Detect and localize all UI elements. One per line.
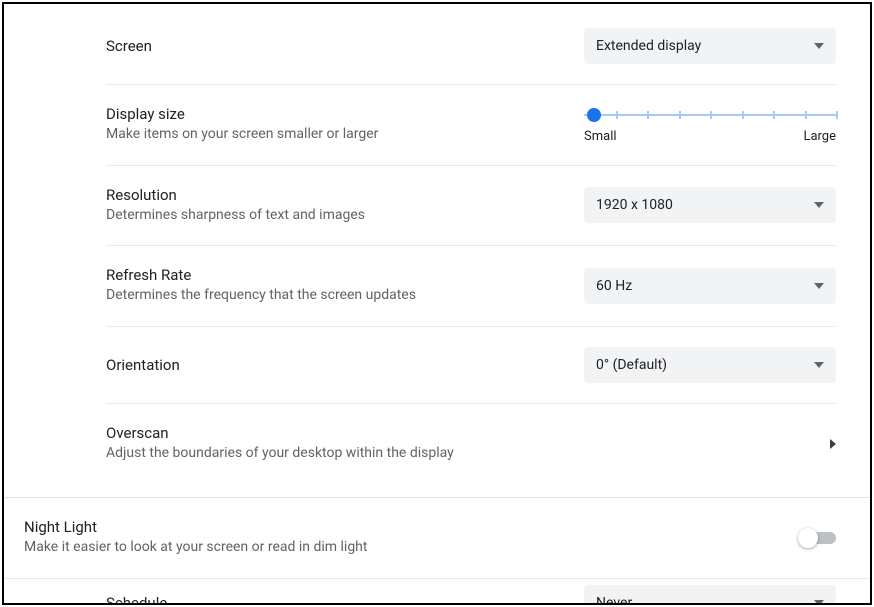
overscan-row[interactable]: Overscan Adjust the boundaries of your d…: [106, 404, 836, 484]
chevron-down-icon: [814, 283, 824, 289]
refresh-rate-select-value: 60 Hz: [596, 278, 632, 294]
overscan-desc: Adjust the boundaries of your desktop wi…: [106, 444, 810, 464]
screen-title: Screen: [106, 37, 564, 55]
refresh-rate-select[interactable]: 60 Hz: [584, 268, 836, 304]
chevron-down-icon: [814, 43, 824, 49]
resolution-row: Resolution Determines sharpness of text …: [106, 166, 836, 247]
slider-min-label: Small: [584, 129, 617, 144]
night-light-toggle[interactable]: [800, 530, 836, 546]
screen-row: Screen Extended display: [106, 22, 836, 85]
display-size-row: Display size Make items on your screen s…: [106, 85, 836, 166]
screen-select[interactable]: Extended display: [584, 28, 836, 64]
chevron-down-icon: [814, 362, 824, 368]
overscan-title: Overscan: [106, 424, 810, 442]
slider-max-label: Large: [803, 129, 836, 144]
night-light-row: Night Light Make it easier to look at yo…: [4, 498, 870, 579]
display-size-title: Display size: [106, 105, 564, 123]
schedule-title: Schedule: [106, 594, 564, 605]
chevron-down-icon: [814, 202, 824, 208]
resolution-select[interactable]: 1920 x 1080: [584, 187, 836, 223]
schedule-row: Schedule Never: [106, 579, 836, 605]
refresh-rate-desc: Determines the frequency that the screen…: [106, 286, 564, 306]
night-light-desc: Make it easier to look at your screen or…: [24, 538, 367, 558]
slider-thumb[interactable]: [587, 108, 601, 122]
refresh-rate-title: Refresh Rate: [106, 266, 564, 284]
resolution-title: Resolution: [106, 186, 564, 204]
display-size-slider[interactable]: [584, 107, 836, 123]
display-size-desc: Make items on your screen smaller or lar…: [106, 125, 564, 145]
resolution-select-value: 1920 x 1080: [596, 197, 673, 213]
schedule-select-value: Never: [596, 595, 632, 605]
chevron-right-icon: [830, 439, 836, 449]
schedule-select[interactable]: Never: [584, 585, 836, 605]
chevron-down-icon: [814, 600, 824, 605]
orientation-select-value: 0° (Default): [596, 357, 667, 373]
orientation-row: Orientation 0° (Default): [106, 327, 836, 404]
screen-select-value: Extended display: [596, 38, 701, 54]
resolution-desc: Determines sharpness of text and images: [106, 206, 564, 226]
orientation-select[interactable]: 0° (Default): [584, 347, 836, 383]
night-light-title: Night Light: [24, 518, 367, 536]
orientation-title: Orientation: [106, 356, 564, 374]
refresh-rate-row: Refresh Rate Determines the frequency th…: [106, 246, 836, 327]
